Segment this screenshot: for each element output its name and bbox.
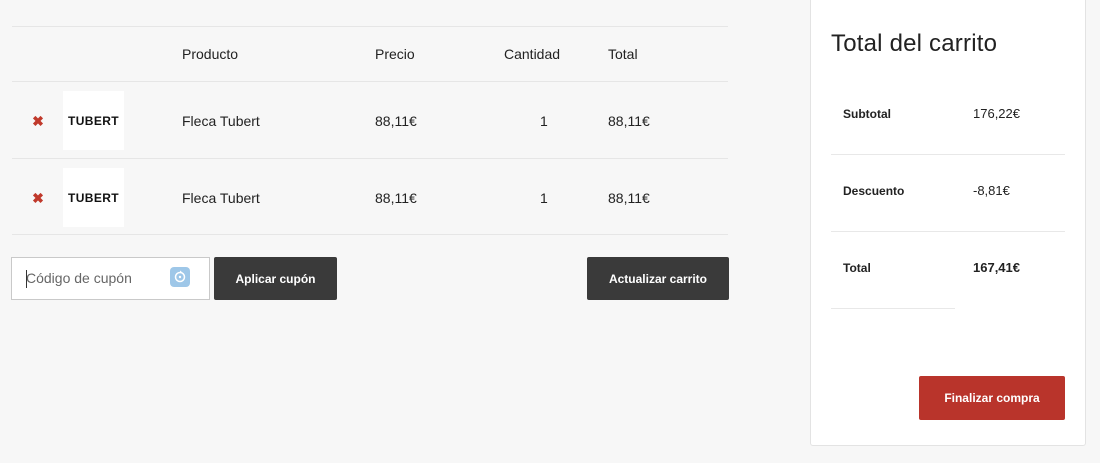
product-name-link[interactable]: Fleca Tubert: [182, 112, 260, 130]
cart-table: Producto Precio Cantidad Total ✖ TUBERT …: [12, 26, 728, 235]
coupon-code-input[interactable]: [26, 270, 166, 286]
discount-value: -8,81€: [973, 183, 1010, 198]
totals-row-total: Total 167,41€: [831, 232, 1020, 309]
product-thumbnail[interactable]: TUBERT: [63, 168, 124, 227]
product-name-link[interactable]: Fleca Tubert: [182, 189, 260, 207]
product-price: 88,11€: [375, 190, 417, 206]
column-product: Producto: [182, 46, 239, 62]
product-quantity[interactable]: 1: [540, 189, 548, 207]
product-subtotal: 88,11€: [608, 113, 650, 129]
refresh-icon: [174, 270, 186, 283]
totals-row-discount: Descuento -8,81€: [831, 155, 1065, 232]
table-row: ✖ TUBERT Fleca Tubert 88,11€ 1 88,11€: [12, 158, 728, 235]
column-price: Precio: [375, 46, 415, 62]
coupon-field-wrapper: [11, 257, 210, 300]
product-thumbnail[interactable]: TUBERT: [63, 91, 124, 150]
totals-row-subtotal: Subtotal 176,22€: [831, 78, 1065, 155]
apply-coupon-button[interactable]: Aplicar cupón: [214, 257, 337, 300]
subtotal-value: 176,22€: [973, 106, 1020, 121]
update-cart-button[interactable]: Actualizar carrito: [587, 257, 729, 300]
cart-totals-panel: Total del carrito Subtotal 176,22€ Descu…: [810, 0, 1086, 446]
product-quantity[interactable]: 1: [540, 112, 548, 130]
table-row: ✖ TUBERT Fleca Tubert 88,11€ 1 88,11€: [12, 81, 728, 158]
cart-table-header: Producto Precio Cantidad Total: [12, 26, 728, 81]
coupon-refresh-icon[interactable]: [170, 267, 190, 287]
text-caret: [26, 270, 27, 288]
checkout-button[interactable]: Finalizar compra: [919, 376, 1065, 420]
column-quantity: Cantidad: [504, 46, 561, 62]
discount-label: Descuento: [843, 184, 905, 198]
cart-totals-title: Total del carrito: [831, 30, 998, 57]
remove-item-icon[interactable]: ✖: [32, 112, 44, 130]
product-thumbnail-logo: TUBERT: [67, 113, 120, 128]
total-label: Total: [843, 261, 871, 275]
remove-item-icon[interactable]: ✖: [32, 189, 44, 207]
product-price: 88,11€: [375, 113, 417, 129]
total-value: 167,41€: [973, 260, 1020, 275]
subtotal-label: Subtotal: [843, 107, 891, 121]
product-subtotal: 88,11€: [608, 190, 650, 206]
column-total: Total: [608, 46, 638, 62]
product-thumbnail-logo: TUBERT: [67, 190, 120, 205]
